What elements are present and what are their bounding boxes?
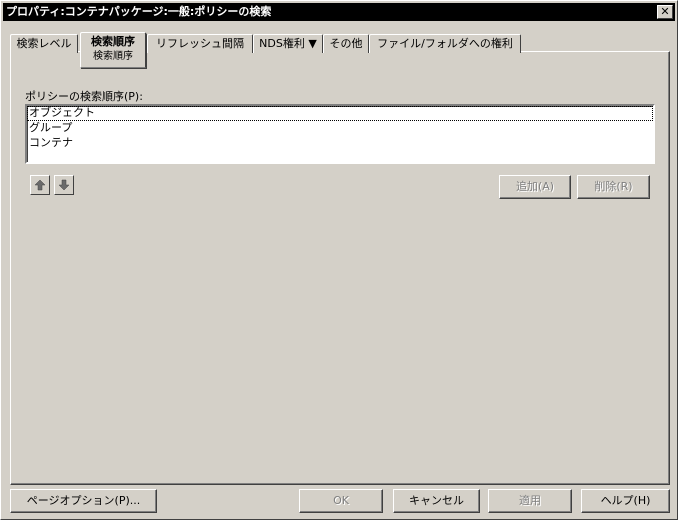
tab-label: リフレッシュ間隔: [156, 37, 244, 50]
close-icon: ✕: [660, 5, 670, 18]
tab-search-order[interactable]: 検索順序 検索順序: [80, 32, 146, 68]
search-order-label: ポリシーの検索順序(P):: [25, 90, 143, 103]
apply-button[interactable]: 適用: [488, 489, 572, 513]
tab-label: ファイル/フォルダへの権利: [377, 37, 513, 50]
properties-dialog: プロパティ:コンテナパッケージ:一般:ポリシーの検索 ✕ 検索レベル 検索順序 …: [0, 0, 678, 520]
cancel-button[interactable]: キャンセル: [393, 489, 480, 513]
add-button[interactable]: 追加(A): [499, 175, 571, 199]
delete-button[interactable]: 削除(R): [577, 175, 650, 199]
title-bar[interactable]: プロパティ:コンテナパッケージ:一般:ポリシーの検索 ✕: [3, 3, 675, 21]
tab-label: その他: [329, 37, 363, 50]
tab-label: 検索レベル: [16, 37, 72, 50]
tab-nds-rights[interactable]: NDS権利 ▼: [253, 34, 323, 53]
page-options-button[interactable]: ページオプション(P)...: [10, 489, 157, 513]
search-order-list[interactable]: オブジェクト グループ コンテナ: [25, 104, 655, 164]
ok-button[interactable]: OK: [299, 489, 383, 513]
tab-file-folder-rights[interactable]: ファイル/フォルダへの権利: [369, 34, 521, 53]
move-down-button[interactable]: [54, 175, 74, 195]
tab-other[interactable]: その他: [323, 34, 369, 53]
close-button[interactable]: ✕: [657, 5, 673, 19]
tab-sub-label: 検索順序: [93, 51, 133, 62]
tab-refresh-interval[interactable]: リフレッシュ間隔: [147, 34, 253, 53]
window-title: プロパティ:コンテナパッケージ:一般:ポリシーの検索: [6, 5, 272, 18]
up-arrow-icon: [34, 179, 46, 191]
list-item[interactable]: グループ: [27, 121, 653, 136]
down-arrow-icon: [58, 179, 70, 191]
tab-label: 検索順序: [91, 35, 135, 48]
tab-label: NDS権利 ▼: [259, 37, 317, 50]
list-item[interactable]: コンテナ: [27, 136, 653, 151]
help-button[interactable]: ヘルプ(H): [581, 489, 670, 513]
move-up-button[interactable]: [30, 175, 50, 195]
list-item[interactable]: オブジェクト: [27, 106, 653, 121]
tab-search-level[interactable]: 検索レベル: [10, 34, 78, 53]
